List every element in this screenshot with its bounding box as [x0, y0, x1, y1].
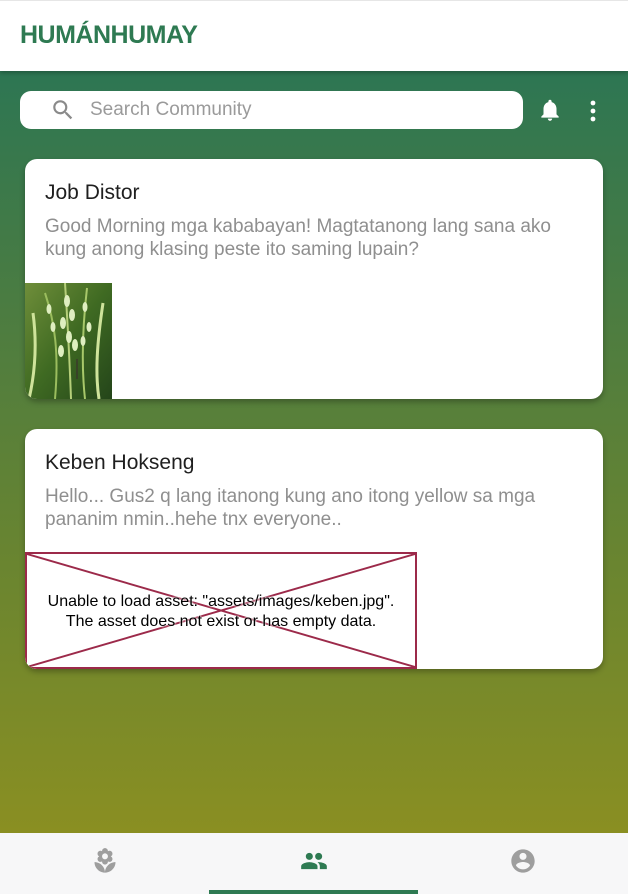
post-text: Hello... Gus2 q lang itanong kung ano it… — [45, 486, 536, 530]
nav-item-profile[interactable] — [418, 833, 627, 894]
community-feed: Job Distor Good Morning mga kababayan! M… — [0, 71, 628, 833]
search-bar[interactable] — [20, 91, 523, 129]
active-tab-indicator — [209, 890, 418, 894]
rice-plant-image[interactable] — [25, 283, 112, 399]
app-bar: HUMÁNHUMAY — [0, 0, 628, 71]
bottom-navigation — [0, 833, 628, 894]
community-icon — [300, 852, 327, 870]
notifications-bell-icon[interactable] — [537, 96, 563, 124]
nav-item-home[interactable] — [0, 833, 209, 894]
post-author: Job Distor — [45, 181, 140, 204]
image-load-error: Unable to load asset: "assets/images/keb… — [25, 552, 417, 669]
app-title: HUMÁNHUMAY — [20, 21, 198, 49]
image-error-message: Unable to load asset: "assets/images/keb… — [47, 593, 395, 630]
search-icon — [53, 100, 73, 120]
nav-item-community[interactable] — [209, 833, 418, 894]
post-author: Keben Hokseng — [45, 451, 195, 474]
post-card[interactable]: Keben Hokseng Hello... Gus2 q lang itano… — [25, 429, 603, 669]
plant-icon — [94, 848, 115, 873]
account-icon — [510, 849, 535, 873]
post-text: Good Morning mga kababayan! Magtatanong … — [45, 216, 551, 260]
more-options-icon[interactable] — [584, 99, 602, 123]
search-input[interactable] — [90, 97, 510, 123]
post-card[interactable]: Job Distor Good Morning mga kababayan! M… — [25, 159, 603, 399]
